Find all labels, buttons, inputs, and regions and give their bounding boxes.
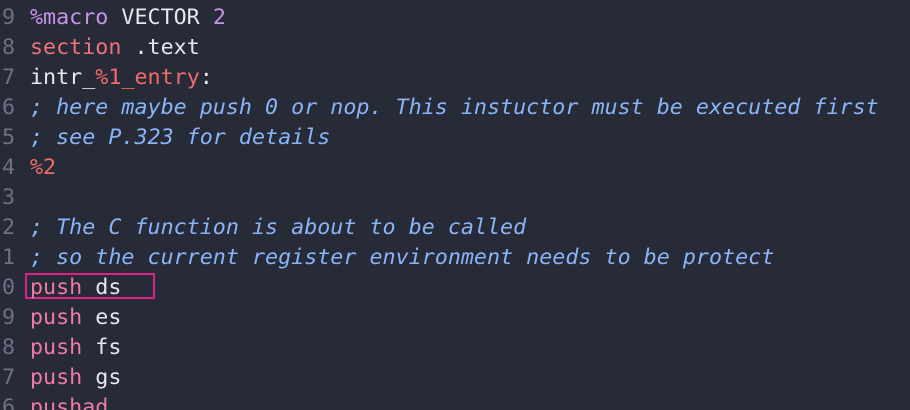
code-token: push [30,335,83,360]
code-token: gs [82,365,122,390]
code-token: 2 [212,5,226,30]
line-number: 7 [1,65,15,90]
code-token: push [30,365,83,390]
code-token: %1_entry [95,65,200,90]
line-number: 4 [1,155,15,180]
code-text: intr_%1_entry: [30,63,213,93]
line-number: 5 [1,125,15,150]
code-token: pushad [30,395,109,410]
code-token: : [199,65,213,90]
line-number: 3 [1,185,15,210]
code-text: push gs [30,363,121,393]
code-token: VECTOR [108,5,213,30]
code-token: ; here maybe push 0 or nop. This instuct… [30,95,879,120]
code-token: push [30,305,83,330]
line-number: 2 [1,215,15,240]
line-number: 9 [1,5,15,30]
code-text: section .text [30,33,200,63]
code-text: push ds [30,273,121,303]
line-number: 7 [1,365,15,390]
line-number: 6 [1,395,15,410]
code-token: .text [121,35,200,60]
code-token: ; The C function is about to be called [30,215,527,240]
code-text: ; see P.323 for details [30,123,330,153]
code-text: push es [30,303,121,333]
code-text: ; The C function is about to be called [30,213,526,243]
code-token: %2 [30,155,57,180]
line-number: 8 [1,35,15,60]
code-token: es [82,305,122,330]
code-token: push [30,275,83,300]
code-text: ; here maybe push 0 or nop. This instuct… [30,93,879,123]
code-text: ; so the current register environment ne… [30,243,774,273]
code-token: section [30,35,122,60]
code-token: ds [82,275,122,300]
line-number: 9 [1,305,15,330]
line-number: 0 [1,275,15,300]
code-text: pushad [30,393,108,410]
code-token: fs [82,335,122,360]
line-number: 8 [1,335,15,360]
code-token: intr_ [30,65,96,90]
line-number: 1 [1,245,15,270]
code-token: ; so the current register environment ne… [30,245,775,270]
code-token: %macro [30,5,109,30]
line-number: 6 [1,95,15,120]
code-editor[interactable]: 9 %macro VECTOR 2 8 section .text 7 intr_%1_e… [0,0,910,410]
code-text: %2 [30,153,56,183]
code-text: push fs [30,333,121,363]
code-token: ; see P.323 for details [30,125,331,150]
code-text: %macro VECTOR 2 [30,3,226,33]
